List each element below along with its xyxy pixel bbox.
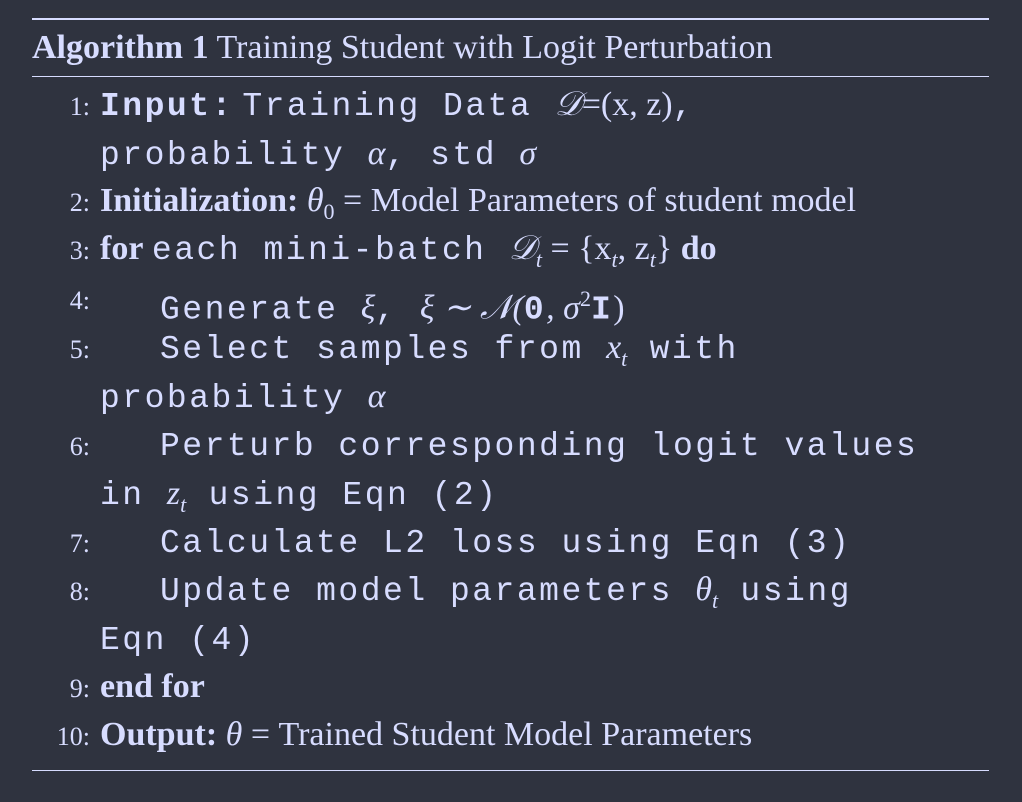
algorithm-line-4: Generate ξ, ξ ∼ 𝒩(0, σ2I) [100, 279, 625, 330]
math-expression: = {x [542, 230, 612, 267]
line-text: = Trained Student Model Parameters [242, 716, 753, 753]
math-expression: , z [617, 230, 650, 267]
algorithm-line-9: end for [100, 667, 205, 707]
line-number: 2: [69, 188, 90, 217]
algorithm-line-2: Initialization: θ0 = Model Parameters of… [100, 181, 856, 232]
keyword-initialization: Initialization: [100, 182, 299, 219]
math-superscript: 2 [579, 286, 591, 311]
math-subscript: 0 [323, 198, 335, 224]
line-number: 6: [69, 432, 90, 461]
algorithm-line-3: for each mini-batch 𝒟t = {xt, zt} do [100, 229, 717, 280]
line-text: probability [100, 380, 368, 417]
line-text: , [375, 291, 420, 329]
algorithm-line-6-cont: in zt using Eqn (2) [100, 474, 499, 525]
line-text: Select samples from [160, 331, 607, 368]
line-text: Calculate L2 loss using Eqn (3) [160, 525, 852, 562]
line-text: with [627, 331, 739, 368]
keyword-do: do [680, 230, 717, 267]
keyword-end-for: end for [100, 668, 205, 705]
line-number: 9: [69, 674, 90, 703]
math-minibatch: 𝒟 [508, 230, 536, 267]
algorithm-line-6: Perturb corresponding logit values [100, 425, 918, 467]
line-number: 8: [69, 577, 90, 606]
math-sigma: , σ [546, 289, 580, 327]
algorithm-block: Algorithm 1 Training Student with Logit … [32, 18, 989, 77]
algorithm-line-1-cont: probability α, std σ [100, 134, 536, 176]
line-text: Update model parameters [160, 573, 696, 610]
algorithm-line-5: Select samples from xt with [100, 328, 739, 379]
math-alpha: α [367, 378, 386, 415]
math-theta: θ [225, 716, 243, 753]
algorithm-line-5-cont: probability α [100, 377, 386, 419]
math-dataset: 𝒟 [554, 86, 582, 123]
line-text: using [718, 573, 852, 610]
keyword-input: Input: [100, 88, 234, 125]
line-text: probability [100, 137, 368, 174]
keyword-output: Output: [100, 716, 218, 753]
math-zero-vector: 0 [523, 291, 547, 329]
keyword-for: for [100, 230, 144, 267]
math-theta: θ [306, 182, 324, 219]
line-text: = Model Parameters of student model [343, 182, 857, 219]
line-text: Generate [160, 291, 361, 329]
math-expression: } [655, 230, 673, 267]
line-text: in [100, 477, 167, 514]
caption-rule [32, 76, 989, 77]
algorithm-line-10: Output: θ = Trained Student Model Parame… [100, 715, 752, 755]
line-text: Training Data [242, 88, 555, 125]
math-theta: θ [695, 571, 712, 608]
line-number: 5: [69, 335, 90, 364]
math-z: z [166, 475, 181, 512]
line-text: each mini-batch [151, 232, 509, 269]
algorithm-line-7: Calculate L2 loss using Eqn (3) [100, 522, 851, 564]
line-number: 10: [56, 722, 90, 751]
math-distribution: ξ ∼ 𝒩( [419, 289, 524, 327]
line-number: 3: [69, 236, 90, 265]
top-rule [32, 18, 989, 20]
algorithm-caption: Algorithm 1 Training Student with Logit … [32, 28, 989, 68]
line-number: 4: [69, 286, 90, 315]
bottom-rule [32, 770, 989, 771]
line-text: , std [385, 137, 520, 174]
line-text: using Eqn (2) [186, 477, 499, 514]
algorithm-line-8-cont: Eqn (4) [100, 619, 256, 661]
math-xi: ξ [360, 289, 376, 327]
math-expression: ) [613, 289, 625, 327]
caption-title: Training Student with Logit Perturbation [216, 29, 773, 66]
algorithm-line-1: Input: Training Data 𝒟=(x, z), [100, 85, 695, 127]
math-sigma: σ [519, 135, 537, 172]
math-expression: =(x, z) [581, 86, 673, 123]
line-number: 7: [69, 529, 90, 558]
algorithm-line-8: Update model parameters θt using [100, 570, 852, 621]
caption-label: Algorithm 1 [32, 29, 209, 66]
math-alpha: α [367, 135, 386, 172]
line-text: , [672, 88, 695, 125]
line-text: Eqn (4) [100, 622, 257, 659]
math-x: x [606, 329, 622, 366]
math-identity: I [590, 291, 614, 329]
line-number: 1: [69, 92, 90, 121]
line-text: Perturb corresponding logit values [160, 428, 919, 465]
